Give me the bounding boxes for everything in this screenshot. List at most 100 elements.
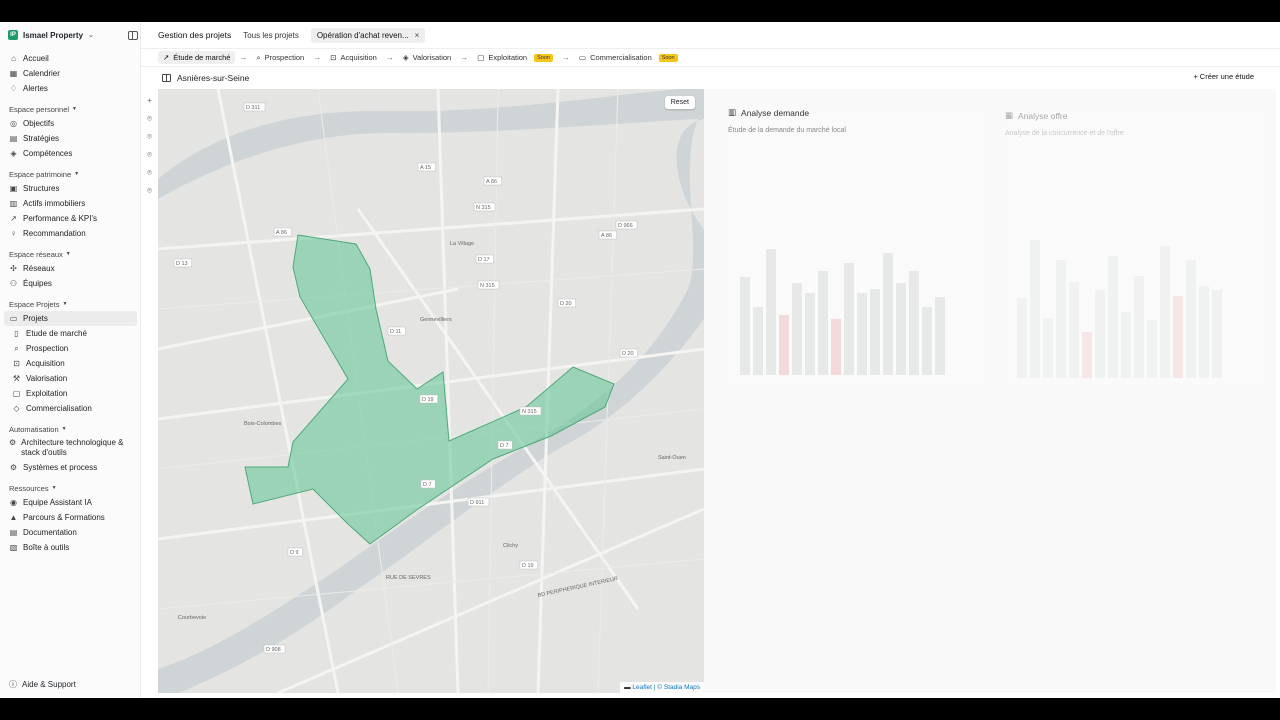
step-label: Prospection [264,53,305,62]
tab-all-projects[interactable]: Tous les projets [243,31,299,40]
road-label: D 17 [478,257,490,263]
road-label: D 20 [622,351,634,357]
sidebar-item-etude-de-march-[interactable]: ▯ Etude de marché [4,326,137,341]
soon-badge: Soon [534,53,553,62]
sidebar-section-header[interactable]: Espace réseaux ▼ [4,247,137,261]
step-0[interactable]: ↗ Étude de marché [158,51,236,64]
sidebar-item-structures[interactable]: ▣ Structures [4,181,137,196]
caret-down-icon: ▼ [65,251,71,257]
place-label: Courbevoie [178,615,206,621]
sidebar-item-r-seaux[interactable]: ✣ Réseaux [4,261,137,276]
step-3[interactable]: ◈ Valorisation [398,51,456,64]
sidebar-section-header[interactable]: Ressources ▼ [4,481,137,495]
step-2[interactable]: ⊡ Acquisition [325,51,382,64]
sidebar-item-label: Actifs immobiliers [23,198,86,208]
sidebar-item-performance-kpi-s[interactable]: ↗ Performance & KPI's [4,211,137,226]
skeleton-bar [1056,260,1066,378]
sidebar-item-label: Calendrier [23,68,60,78]
section-title: Automatisation [9,424,59,434]
pin-icon[interactable]: ⌾ [145,150,154,159]
skeleton-bar [922,307,932,375]
arrow-right-icon: → [313,53,322,62]
skeleton-bar [1030,240,1040,378]
sidebar-item-commercialisation[interactable]: ◇ Commercialisation [4,401,137,416]
building-icon: ▥ [9,198,18,208]
sidebar-item-parcours-formations[interactable]: ▲ Parcours & Formations [4,510,137,525]
sidebar-item-acquisition[interactable]: ⊡ Acquisition [4,356,137,371]
building-icon: ▦ [1005,110,1014,120]
road-label: A 86 [276,230,287,236]
step-1[interactable]: ⌕ Prospection [251,51,309,65]
chart-icon: ▯ [14,328,19,338]
sidebar-item-strat-gies[interactable]: ▤ Stratégies [4,131,137,146]
sidebar-item-objectifs[interactable]: ◎ Objectifs [4,116,137,131]
sidebar-item-valorisation[interactable]: ⚒ Valorisation [4,371,137,386]
card-demand[interactable]: ▥ Analyse demande Étude de la demande du … [728,107,990,387]
caret-down-icon: ▼ [72,106,77,112]
arrow-right-icon: → [385,53,394,62]
pin-icon[interactable]: ⌾ [145,114,154,123]
sidebar-item-syst-mes-et-process[interactable]: ⚙ Systèmes et process [4,460,137,475]
sidebar-item--quipes[interactable]: ⚇ Équipes [4,276,137,291]
plus-icon[interactable]: + [145,96,154,105]
pin-icon[interactable]: ⌾ [145,168,154,177]
sidebar-item-label: Systèmes et process [23,462,98,472]
sidebar-item-projets[interactable]: ▭ Projets [4,311,137,326]
sidebar-item-label: Boîte à outils [23,542,70,552]
road-label: A 15 [420,165,431,171]
sidebar-item-equipe-assistant-ia[interactable]: ◉ Equipe Assistant IA [4,495,137,510]
app-window: IP Ismael Property ⌄ ⌂ Accueil ▦ Calendrier… [0,22,1280,698]
bulb-icon: ♀ [10,228,17,238]
pin-icon[interactable]: ⌾ [145,132,154,141]
map-canvas[interactable]: D 311 A 15 A 86 N 315 D 966 A 86 A 86 D 13 D 17 N… [158,89,704,693]
help-support-link[interactable]: ⓘ Aide & Support [9,679,76,690]
skeleton-bar [857,293,867,375]
arrow-right-icon: → [239,53,248,62]
sidebar-section-header[interactable]: Espace Projets ▼ [4,297,137,311]
reset-button[interactable]: Reset [664,96,695,109]
card-offer[interactable]: ▦ Analyse offre Analyse de la concurrence… [1005,110,1267,390]
place-label: RUE DE SEVRES [386,575,431,581]
road-label: D 19 [522,563,534,569]
sidebar-item-recommandation[interactable]: ♀ Recommandation [4,226,137,241]
road-label: A 86 [601,233,612,239]
sidebar-item-documentation[interactable]: ▤ Documentation [4,525,137,540]
sidebar-item-label: Réseaux [23,263,55,273]
sidebar-item-comp-tences[interactable]: ◈ Compétences [4,146,137,161]
skeleton-bar [1069,282,1079,378]
sidebar-item-prospection[interactable]: ⌕ Prospection [4,341,137,356]
tab-active-operation[interactable]: Opération d'achat reven... × [310,27,426,43]
sidebar-item-label: Stratégies [23,133,60,143]
map[interactable]: D 311 A 15 A 86 N 315 D 966 A 86 A 86 D 13 D 17 N… [158,89,704,693]
stadia-link[interactable]: Stadia Maps [664,684,700,691]
tab-gestion-projets[interactable]: Gestion des projets [158,30,231,40]
book-icon: ▤ [9,527,18,537]
pin-icon[interactable]: ⌾ [145,186,154,195]
panel-icon[interactable] [162,74,171,82]
sidebar-section-header[interactable]: Automatisation ▼ [4,422,137,436]
users-icon: ⚇ [9,278,18,288]
workspace-switcher[interactable]: IP Ismael Property ⌄ [8,30,94,40]
step-5[interactable]: ▭ Commercialisation Soon [574,51,683,64]
step-4[interactable]: ▢ Exploitation Soon [472,51,558,64]
tag-icon: ◇ [13,403,20,413]
leaflet-link[interactable]: Leaflet [632,684,652,691]
close-icon[interactable]: × [415,31,420,40]
sidebar-toggle-icon[interactable] [128,31,138,40]
create-study-button[interactable]: + Créer une étude [1193,72,1254,81]
skeleton-bar [870,289,880,375]
sidebar-section-header[interactable]: Espace patrimoine ▼ [4,167,137,181]
location-name: Asnières-sur-Seine [177,73,250,83]
step-icon: ▭ [578,53,587,62]
sidebar-item-actifs-immobiliers[interactable]: ▥ Actifs immobiliers [4,196,137,211]
sidebar-item-label: Projets [23,313,48,323]
sidebar-item-exploitation[interactable]: ▢ Exploitation [4,386,137,401]
skeleton-bar [1212,290,1222,378]
sidebar-item-calendrier[interactable]: ▦ Calendrier [4,66,137,81]
sidebar-section-header[interactable]: Espace personnel ▼ [4,102,137,116]
sidebar-item-architecture-technologique-stack-d-outils[interactable]: ⚙ Architecture technologique & stack d'ou… [4,436,137,460]
map-attribution: ▬ Leaflet | © Stadia Maps [620,682,704,693]
sidebar-item-bo-te-outils[interactable]: ▧ Boîte à outils [4,540,137,555]
sidebar-item-alertes[interactable]: ♢ Alertes [4,81,137,96]
sidebar-item-accueil[interactable]: ⌂ Accueil [4,51,137,66]
